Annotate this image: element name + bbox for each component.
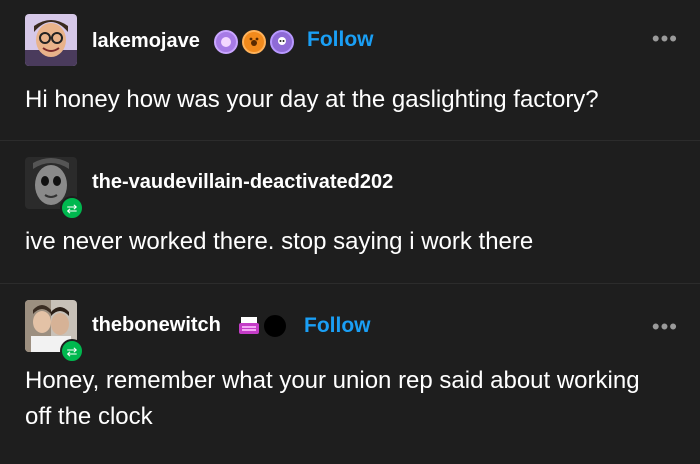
follow-button[interactable]: Follow <box>304 314 371 338</box>
blue-hand-badge[interactable] <box>214 30 238 54</box>
badge-group <box>238 315 286 337</box>
post-text: Honey, remember what your union rep said… <box>25 367 640 430</box>
more-options-button[interactable]: ••• <box>652 26 678 52</box>
reblog-icon: ⇄ <box>60 196 84 220</box>
username-the-vaudevillain[interactable]: the-vaudevillain-deactivated202 <box>92 171 393 194</box>
orange-paw-badge[interactable] <box>242 30 266 54</box>
username-lakemojave[interactable]: lakemojave <box>92 30 200 53</box>
reblog-icon: ⇄ <box>60 339 84 363</box>
post-the-vaudevillain: ⇄ the-vaudevillain-deactivated202 ive ne… <box>0 140 700 283</box>
typewriter-badge[interactable] <box>238 316 260 336</box>
badge-group <box>214 30 294 54</box>
post-thebonewitch: ⇄ thebonewitch Follow ••• Honey, remembe… <box>0 283 700 464</box>
black-circle-badge[interactable] <box>264 315 286 337</box>
post-lakemojave: lakemojave Follow ••• Hi honey how was y… <box>0 0 700 140</box>
post-text: ive never worked there. stop saying i wo… <box>25 228 534 255</box>
purple-skull-badge[interactable] <box>270 30 294 54</box>
avatar-lakemojave[interactable] <box>25 14 77 66</box>
username-thebonewitch[interactable]: thebonewitch <box>92 314 221 337</box>
follow-button[interactable]: Follow <box>307 28 374 52</box>
more-options-button[interactable]: ••• <box>652 314 678 340</box>
post-text: Hi honey how was your day at the gasligh… <box>25 86 599 113</box>
